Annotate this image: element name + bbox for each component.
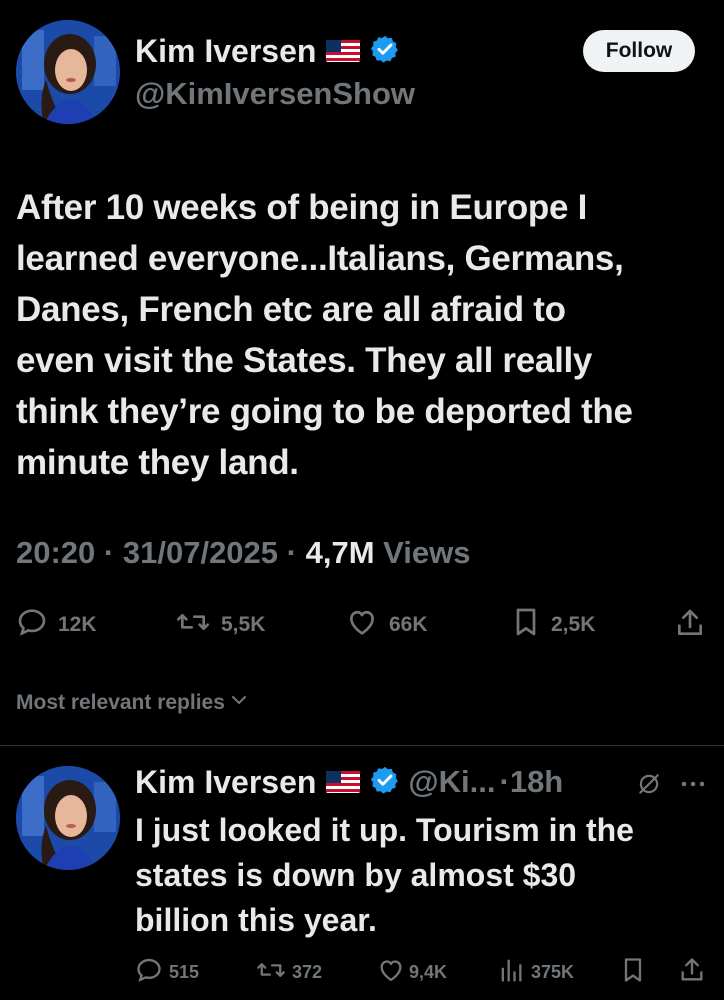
reply-icon — [135, 956, 163, 989]
reply-text: I just looked it up. Tourism in the stat… — [135, 808, 720, 943]
reply-reply-count: 515 — [169, 961, 200, 982]
repost-action[interactable]: 5,5K — [175, 607, 265, 643]
author-name[interactable]: Kim Iversen — [135, 33, 316, 70]
more-icon[interactable] — [680, 776, 706, 794]
tweet-text-line: learned everyone...Italians, Germans, — [16, 239, 624, 278]
reply-author-avatar[interactable] — [16, 766, 120, 870]
reply-bookmark-action[interactable] — [620, 957, 646, 987]
replies-sort-dropdown[interactable]: Most relevant replies — [16, 690, 249, 716]
reply-reply-action[interactable]: 515 — [135, 957, 199, 987]
author-avatar[interactable] — [16, 20, 120, 124]
reply-views-count: 375K — [531, 961, 575, 982]
tweet-text-line: minute they land. — [16, 443, 299, 482]
repost-icon — [175, 606, 211, 644]
reply-repost-count: 372 — [292, 961, 323, 982]
tweet-text-line: even visit the States. They all really — [16, 341, 593, 380]
meta-separator: · — [103, 535, 115, 570]
author-handle[interactable]: @KimIversenShow — [135, 76, 415, 112]
replies-sort-label: Most relevant replies — [16, 691, 225, 714]
us-flag-icon — [326, 40, 361, 62]
verified-badge-icon[interactable] — [370, 765, 400, 800]
follow-button[interactable]: Follow — [583, 30, 695, 72]
tweet-text: After 10 weeks of being in Europe I lear… — [16, 182, 716, 488]
bookmark-icon — [511, 606, 541, 644]
heart-icon — [345, 606, 379, 644]
reply-repost-action[interactable]: 372 — [256, 957, 322, 987]
share-action[interactable] — [674, 607, 706, 643]
meta-separator: · — [286, 535, 297, 570]
bookmark-action[interactable]: 2,5K — [511, 607, 595, 643]
grok-icon[interactable] — [636, 771, 662, 802]
tweet-time[interactable]: 20:20 — [16, 535, 95, 570]
reply-views-action[interactable]: 375K — [497, 957, 574, 987]
reply-author-name[interactable]: Kim Iversen — [135, 764, 316, 801]
repost-icon — [256, 956, 286, 989]
us-flag-icon — [326, 771, 361, 793]
reply-age[interactable]: 18h — [510, 764, 563, 800]
tweet-text-line: think they’re going to be deported the — [16, 392, 633, 431]
reply-text-line: states is down by almost $30 — [135, 857, 577, 893]
like-action[interactable]: 66K — [345, 607, 428, 643]
reply-separator: · — [499, 764, 510, 799]
views-label: Views — [383, 535, 471, 570]
reply-count: 12K — [58, 613, 97, 636]
tweet-text-line: Danes, French etc are all afraid to — [16, 290, 566, 329]
author-name-row: Kim Iversen — [135, 30, 400, 72]
reply-icon — [16, 606, 48, 644]
repost-count: 5,5K — [221, 613, 266, 636]
reply-author-handle[interactable]: @Ki... — [408, 764, 495, 800]
share-icon — [674, 607, 706, 644]
reply-like-count: 9,4K — [409, 961, 448, 982]
reply-share-action[interactable] — [678, 957, 706, 987]
reply-header-row: Kim Iversen @Ki... · 18h — [135, 761, 563, 803]
like-count: 66K — [389, 613, 428, 636]
reply-action[interactable]: 12K — [16, 607, 97, 643]
views-count[interactable]: 4,7M — [306, 535, 375, 570]
reply-like-action[interactable]: 9,4K — [377, 957, 447, 987]
section-divider — [0, 745, 724, 746]
reply-text-line: I just looked it up. Tourism in the — [135, 812, 634, 848]
share-icon — [678, 956, 706, 989]
bookmark-count: 2,5K — [551, 613, 596, 636]
chevron-down-icon — [229, 690, 249, 716]
views-chart-icon — [497, 956, 525, 989]
heart-icon — [377, 956, 405, 989]
bookmark-icon — [620, 956, 646, 989]
tweet-date[interactable]: 31/07/2025 — [123, 535, 278, 570]
tweet-text-line: After 10 weeks of being in Europe I — [16, 188, 588, 227]
verified-badge-icon[interactable] — [370, 34, 400, 69]
tweet-meta: 20:20 · 31/07/2025 · 4,7M Views — [16, 535, 470, 571]
reply-text-line: billion this year. — [135, 902, 377, 938]
